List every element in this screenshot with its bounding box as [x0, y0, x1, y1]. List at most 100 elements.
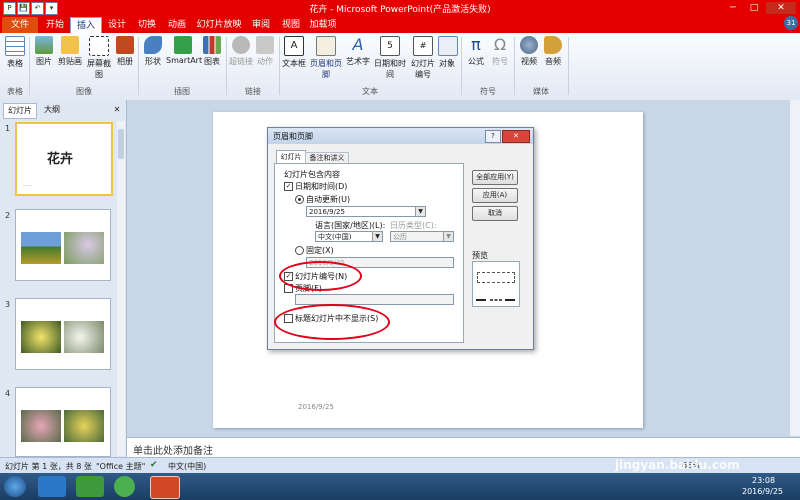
- maximize-button[interactable]: □: [745, 2, 763, 14]
- chevron-down-icon: ▼: [443, 232, 453, 241]
- slide-scrollbar[interactable]: [790, 100, 800, 436]
- picture-button[interactable]: 图片: [33, 36, 55, 67]
- auto-update-radio[interactable]: [295, 195, 304, 204]
- dialog-close-button[interactable]: ✕: [502, 130, 530, 143]
- datetime-checkbox[interactable]: ✓: [284, 182, 293, 191]
- theme-status: "Office 主题": [96, 462, 146, 471]
- slide-number-button[interactable]: # 幻灯片 编号: [410, 36, 436, 80]
- divider: [568, 37, 569, 95]
- audio-icon: [544, 36, 562, 54]
- preview-footer-placeholder: [490, 299, 502, 301]
- action-button[interactable]: 动作: [254, 36, 276, 67]
- album-button[interactable]: 相册: [115, 36, 135, 67]
- clipart-label: 剪贴画: [58, 57, 82, 66]
- shapes-button[interactable]: 形状: [142, 36, 164, 67]
- chevron-down-icon: ▼: [415, 207, 425, 216]
- slide-thumbnail-2[interactable]: [15, 209, 111, 281]
- slide1-title: 花卉: [47, 152, 74, 167]
- tab-file[interactable]: 文件: [2, 17, 38, 33]
- auto-update-label: 自动更新(U): [306, 195, 351, 204]
- tab-slideshow[interactable]: 幻灯片放映: [194, 17, 244, 33]
- scrollbar-thumb[interactable]: [118, 129, 124, 159]
- group-label-media: 媒体: [533, 87, 549, 96]
- shapes-label: 形状: [145, 57, 161, 66]
- video-button[interactable]: 视频: [518, 36, 540, 67]
- slides-panel-scrollbar[interactable]: [117, 121, 125, 456]
- tab-design[interactable]: 设计: [102, 17, 132, 33]
- equation-button[interactable]: π 公式: [465, 36, 487, 67]
- slide-thumbnail-4[interactable]: [15, 387, 111, 457]
- wordart-button[interactable]: A 艺术字: [346, 36, 370, 67]
- tab-home[interactable]: 开始: [40, 17, 70, 33]
- cancel-button[interactable]: 取消: [472, 206, 518, 221]
- app-taskbar-icon[interactable]: [114, 476, 135, 497]
- apply-button[interactable]: 应用(A): [472, 188, 518, 203]
- app-taskbar-icon[interactable]: [76, 476, 104, 497]
- dialog-title: 页眉和页脚: [273, 132, 313, 141]
- close-panel-icon[interactable]: ✕: [112, 103, 122, 117]
- chart-button[interactable]: 图表: [202, 36, 222, 67]
- preview-number-placeholder: [505, 299, 515, 301]
- powerpoint-taskbar-icon[interactable]: [150, 476, 180, 499]
- fixed-label: 固定(X): [306, 246, 334, 255]
- footer-text-field[interactable]: [295, 294, 454, 305]
- slide-thumbnail-3[interactable]: [15, 298, 111, 370]
- tab-view[interactable]: 视图: [276, 17, 306, 33]
- tab-insert[interactable]: 插入: [70, 17, 102, 34]
- object-label: 对象: [439, 59, 455, 68]
- apply-all-button[interactable]: 全部应用(Y): [472, 170, 518, 185]
- group-label-text: 文本: [362, 87, 378, 96]
- notes-pane[interactable]: 单击此处添加备注: [127, 437, 800, 458]
- smartart-button[interactable]: SmartArt: [166, 36, 202, 65]
- tab-slide[interactable]: 幻灯片: [276, 150, 306, 164]
- wordart-icon: A: [352, 35, 364, 54]
- table-button[interactable]: 表格: [4, 36, 26, 69]
- slide-date-footer: 2016/9/25: [298, 403, 334, 411]
- language-select[interactable]: 中文(中国) ▼: [315, 231, 383, 242]
- start-button-icon[interactable]: [4, 476, 26, 497]
- calendar-label: 日历类型(C):: [390, 221, 437, 230]
- minimize-button[interactable]: ─: [724, 2, 742, 14]
- auto-update-date-value: 2016/9/25: [309, 208, 345, 216]
- tab-animations[interactable]: 动画: [162, 17, 192, 33]
- spellcheck-icon[interactable]: ✔: [150, 460, 158, 470]
- slide-thumbnail-1[interactable]: 花卉 ......: [15, 122, 113, 196]
- object-button[interactable]: 对象: [438, 36, 458, 69]
- clipart-button[interactable]: 剪贴画: [57, 36, 83, 67]
- calendar-value: 公历: [393, 233, 407, 241]
- close-button[interactable]: ✕: [766, 2, 796, 14]
- group-label-links: 链接: [245, 87, 261, 96]
- tab-review[interactable]: 审阅: [246, 17, 276, 33]
- yellow-blossom-image: [64, 410, 104, 442]
- radio-dot: [298, 198, 301, 201]
- tab-transitions[interactable]: 切换: [132, 17, 162, 33]
- fixed-radio[interactable]: [295, 246, 304, 255]
- screenshot-button[interactable]: 屏幕截图: [84, 36, 114, 80]
- symbol-button[interactable]: Ω 符号: [489, 36, 511, 67]
- chevron-down-icon: ▼: [372, 232, 382, 241]
- symbol-label: 符号: [492, 57, 508, 66]
- language-status[interactable]: 中文(中国): [168, 461, 206, 472]
- yellow-flower-image: [21, 321, 61, 353]
- video-icon: [520, 36, 538, 54]
- chart-label: 图表: [204, 57, 220, 66]
- tab-addins[interactable]: 加载项: [306, 17, 340, 33]
- datetime-button[interactable]: 5 日期和时间: [371, 36, 409, 80]
- group-label-symbols: 符号: [480, 87, 496, 96]
- tab-slides[interactable]: 幻灯片: [3, 103, 37, 119]
- audio-button[interactable]: 音频: [542, 36, 564, 67]
- tab-outline[interactable]: 大纲: [38, 103, 66, 117]
- group-label-illustrations: 插图: [174, 87, 190, 96]
- app-taskbar-icon[interactable]: [38, 476, 66, 497]
- slide-number-1: 1: [5, 124, 11, 133]
- action-label: 动作: [257, 57, 273, 66]
- hyperlink-button[interactable]: 超链接: [229, 36, 253, 67]
- dialog-help-button[interactable]: ?: [485, 130, 501, 143]
- textbox-button[interactable]: A 文本框: [282, 36, 306, 69]
- language-value: 中文(中国): [318, 233, 352, 241]
- auto-update-date-select[interactable]: 2016/9/25 ▼: [306, 206, 426, 217]
- hyperlink-icon: [232, 36, 250, 54]
- header-footer-button[interactable]: 页眉和页脚: [308, 36, 344, 80]
- calendar-select[interactable]: 公历 ▼: [390, 231, 454, 242]
- textbox-icon: A: [284, 36, 304, 56]
